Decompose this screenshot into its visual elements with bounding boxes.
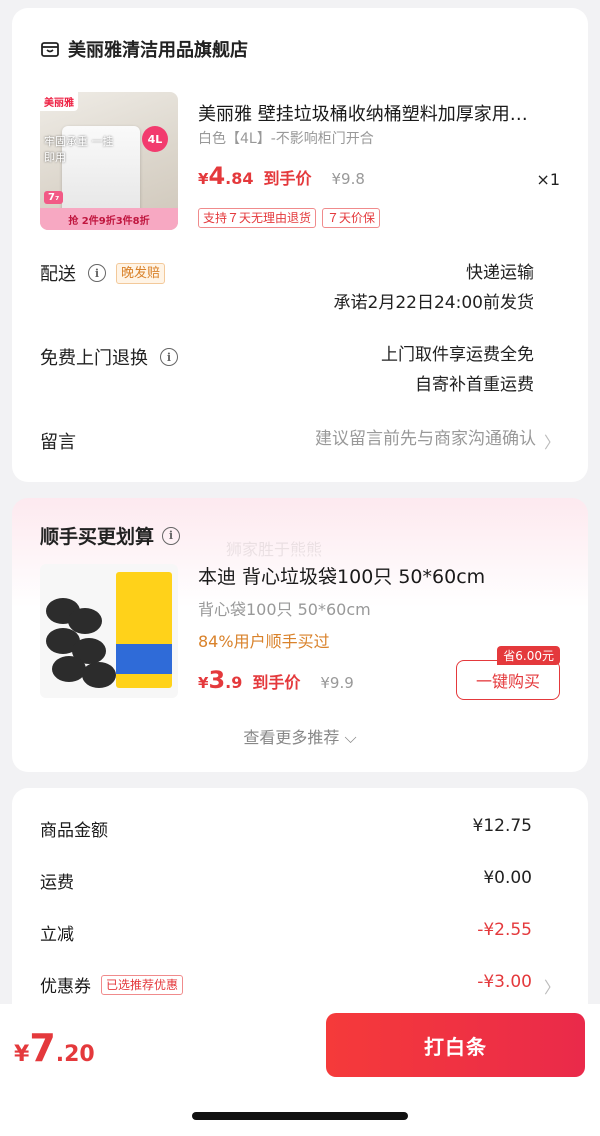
summary-label: 立减 bbox=[40, 925, 74, 945]
summary-value: ¥0.00 bbox=[483, 868, 532, 888]
summary-value: -¥3.00 bbox=[477, 972, 532, 992]
return-service-info[interactable]: 上门取件享运费全免 自寄补首重运费 bbox=[381, 340, 534, 400]
total-integer: 7 bbox=[29, 1026, 56, 1070]
price-integer: 3 bbox=[208, 666, 226, 694]
coupon-label-group: 优惠券 已选推荐优惠 bbox=[40, 972, 184, 997]
image-promo-mini: 7₇ bbox=[44, 191, 64, 204]
recommend-sold-text: 84%用户顺手买过 bbox=[198, 632, 330, 651]
chevron-right-icon[interactable]: 〉 bbox=[544, 429, 560, 453]
pay-button[interactable]: 打白条 bbox=[326, 1013, 585, 1077]
garbage-bag-pack bbox=[116, 572, 172, 688]
summary-value: -¥2.55 bbox=[477, 920, 532, 940]
price-currency: ¥ bbox=[198, 170, 209, 188]
recommend-product-name[interactable]: 本迪 背心垃圾袋100只 50*60cm bbox=[198, 562, 485, 589]
product-price: ¥ 4 .84 到手价 ¥9.8 bbox=[198, 162, 365, 190]
total-price: ¥ 7 .20 bbox=[14, 1026, 95, 1070]
summary-row-coupon[interactable]: 优惠券 已选推荐优惠 -¥3.00 bbox=[40, 972, 532, 997]
more-recommendations-label: 查看更多推荐 bbox=[243, 728, 340, 747]
recommend-product-sku: 背心袋100只 50*60cm bbox=[198, 600, 371, 619]
message-input[interactable]: 建议留言前先与商家沟通确认 bbox=[315, 424, 536, 454]
watermark: 狮家胜于熊熊 bbox=[226, 540, 323, 559]
delivery-promise: 承诺2月22日24:00前发货 bbox=[333, 293, 534, 313]
chevron-right-icon[interactable]: 〉 bbox=[544, 974, 560, 998]
summary-row-discount: 立减 -¥2.55 bbox=[40, 920, 532, 945]
delivery-label-text: 配送 bbox=[40, 264, 76, 285]
return-service-label-text: 免费上门退换 bbox=[40, 348, 148, 369]
quantity: ×1 bbox=[536, 170, 560, 189]
more-recommendations-button[interactable]: 查看更多推荐 ⌵ bbox=[12, 724, 588, 748]
home-indicator[interactable] bbox=[192, 1112, 408, 1120]
service-tag: ７天价保 bbox=[322, 208, 381, 228]
original-price: ¥9.8 bbox=[331, 170, 365, 188]
recommend-card: 顺手买更划算 i 狮家胜于熊熊 本迪 背心垃圾袋100只 50*60cm 背心袋… bbox=[12, 498, 588, 772]
original-price: ¥9.9 bbox=[320, 674, 354, 692]
return-service-line1: 上门取件享运费全免 bbox=[381, 345, 534, 365]
service-tags: 支持７天无理由退货 ７天价保 bbox=[198, 208, 381, 228]
delivery-method: 快递运输 bbox=[466, 263, 534, 283]
price-integer: 4 bbox=[208, 162, 226, 190]
summary-row-shipping: 运费 ¥0.00 bbox=[40, 868, 532, 893]
recommend-title-text: 顺手买更划算 bbox=[40, 526, 155, 548]
total-currency: ¥ bbox=[14, 1042, 30, 1067]
brand-logo: 美丽雅 bbox=[40, 92, 78, 111]
save-badge: 省6.00元 bbox=[497, 646, 560, 665]
summary-row-goods: 商品金额 ¥12.75 bbox=[40, 816, 532, 841]
return-service-line2: 自寄补首重运费 bbox=[415, 375, 534, 395]
summary-label: 优惠券 bbox=[40, 977, 91, 997]
store-icon bbox=[41, 42, 59, 57]
recommend-title: 顺手买更划算 i bbox=[40, 522, 181, 549]
price-decimal: .9 bbox=[225, 673, 243, 692]
image-promo-strip: 抢 2件9折3件8折 bbox=[40, 208, 178, 230]
message-label: 留言 bbox=[40, 428, 76, 454]
price-suffix: 到手价 bbox=[252, 673, 301, 692]
product-title[interactable]: 美丽雅 壁挂垃圾桶收纳桶塑料加厚家用… bbox=[198, 100, 566, 126]
product-sku[interactable]: 白色【4L】-不影响柜门开合 bbox=[198, 128, 374, 148]
summary-label: 运费 bbox=[40, 873, 74, 893]
price-suffix: 到手价 bbox=[263, 169, 312, 188]
store-name: 美丽雅清洁用品旗舰店 bbox=[68, 40, 248, 61]
one-click-buy-button[interactable]: 一键购买 bbox=[456, 660, 560, 700]
image-feature-text: 牢固承重 一挂即用 bbox=[44, 135, 114, 164]
price-currency: ¥ bbox=[198, 674, 209, 692]
price-summary-card: 商品金额 ¥12.75 运费 ¥0.00 立减 -¥2.55 优惠券 已选推荐优… bbox=[12, 788, 588, 1028]
coupon-tag: 已选推荐优惠 bbox=[101, 974, 184, 995]
service-tag: 支持７天无理由退货 bbox=[198, 208, 317, 228]
info-icon[interactable]: i bbox=[88, 264, 106, 282]
message-label-text: 留言 bbox=[40, 432, 76, 453]
price-decimal: .84 bbox=[225, 169, 254, 188]
delivery-label: 配送 i 晚发赔 bbox=[40, 260, 166, 286]
store-order-card: 美丽雅清洁用品旗舰店 美丽雅 4L 牢固承重 一挂即用 7₇ 抢 2件9折3件8… bbox=[12, 8, 588, 482]
delivery-info[interactable]: 快递运输 承诺2月22日24:00前发货 bbox=[334, 258, 534, 318]
product-image[interactable]: 美丽雅 4L 牢固承重 一挂即用 7₇ 抢 2件9折3件8折 bbox=[40, 92, 178, 230]
chevron-down-icon: ⌵ bbox=[344, 728, 357, 747]
summary-value: ¥12.75 bbox=[472, 816, 532, 836]
info-icon[interactable]: i bbox=[160, 348, 178, 366]
late-compensation-tag: 晚发赔 bbox=[116, 262, 166, 284]
recommend-price: ¥ 3 .9 到手价 ¥9.9 bbox=[198, 666, 354, 694]
total-decimal: .20 bbox=[55, 1042, 95, 1067]
summary-label: 商品金额 bbox=[40, 821, 108, 841]
return-service-label: 免费上门退换 i bbox=[40, 344, 178, 370]
recommend-product-image[interactable] bbox=[40, 564, 178, 698]
info-icon[interactable]: i bbox=[162, 526, 181, 545]
store-header[interactable]: 美丽雅清洁用品旗舰店 bbox=[40, 36, 248, 62]
capacity-badge: 4L bbox=[142, 126, 168, 152]
